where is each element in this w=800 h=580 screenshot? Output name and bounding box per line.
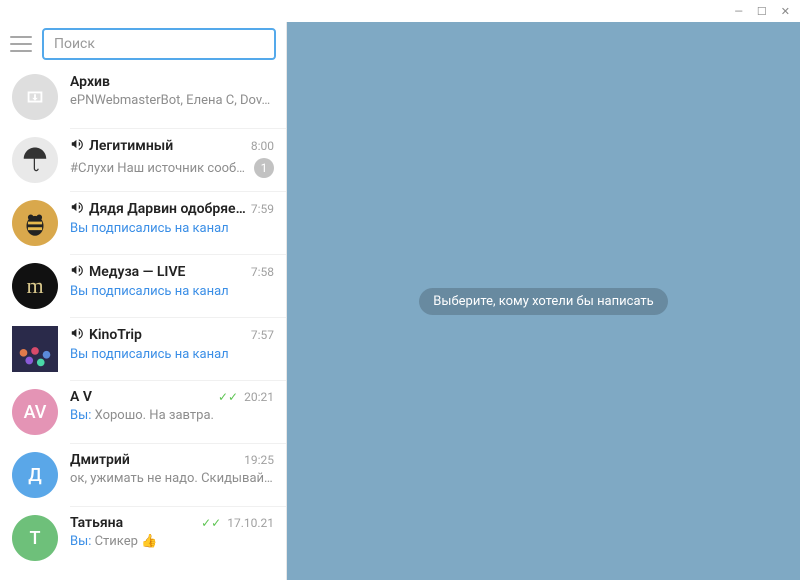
megaphone-icon — [70, 137, 84, 155]
chat-time: 8:00 — [251, 139, 274, 153]
read-checks-icon: ✓✓ — [201, 516, 221, 530]
chat-item[interactable]: Д Дмитрий 19:25 ок, ужимать не надо. Скидыв… — [0, 444, 286, 506]
avatar: m — [12, 263, 58, 309]
chat-name: Дядя Дарвин одобряе… — [70, 200, 247, 218]
megaphone-icon — [70, 326, 84, 344]
empty-placeholder: Выберите, кому хотели бы написать — [419, 288, 667, 315]
avatar: Т — [12, 515, 58, 561]
chat-item[interactable]: KinoTrip 7:57 Вы подписались на канал — [0, 318, 286, 380]
unread-badge: 1 — [254, 158, 274, 178]
avatar — [12, 137, 58, 183]
chat-name: Дмитрий — [70, 452, 240, 468]
main-area: Выберите, кому хотели бы написать — [287, 22, 800, 580]
chat-time: 7:57 — [251, 328, 274, 342]
avatar — [12, 326, 58, 372]
chat-preview: Вы подписались на канал — [70, 347, 274, 362]
chat-preview: ок, ужимать не надо. Скидывай… — [70, 471, 274, 486]
chat-item[interactable]: AV A V ✓✓ 20:21 Вы: Хорошо. На завтра. — [0, 381, 286, 443]
avatar: Д — [12, 452, 58, 498]
sidebar: Архив ePNWebmasterBot, Елена С, Dov… Легит… — [0, 22, 287, 580]
maximize-icon[interactable]: ☐ — [757, 5, 767, 18]
chat-time: 7:58 — [251, 265, 274, 279]
chat-name: Медуза — LIVE — [70, 263, 247, 281]
chat-preview: Вы: Стикер 👍 — [70, 534, 274, 549]
chat-preview: Вы подписались на канал — [70, 221, 274, 236]
window-titlebar: — ☐ ✕ — [0, 0, 800, 22]
chat-time: 7:59 — [251, 202, 274, 216]
chat-name: A V — [70, 389, 214, 405]
megaphone-icon — [70, 200, 84, 218]
menu-button[interactable] — [10, 36, 32, 52]
chat-preview: Вы: Хорошо. На завтра. — [70, 408, 274, 423]
chat-preview: #Слухи Наш источник сооб… — [70, 161, 248, 176]
close-icon[interactable]: ✕ — [781, 5, 790, 18]
avatar: AV — [12, 389, 58, 435]
minimize-icon[interactable]: — — [734, 5, 743, 18]
chat-name: Татьяна — [70, 515, 197, 531]
megaphone-icon — [70, 263, 84, 281]
chat-item[interactable]: m Медуза — LIVE 7:58 Вы подписались на кана… — [0, 255, 286, 317]
read-checks-icon: ✓✓ — [218, 390, 238, 404]
chat-item[interactable]: Т Татьяна ✓✓ 17.10.21 Вы: Стикер 👍 — [0, 507, 286, 569]
chat-item[interactable]: Архив ePNWebmasterBot, Елена С, Dov… — [0, 66, 286, 128]
chat-time: 17.10.21 — [227, 516, 274, 530]
avatar — [12, 74, 58, 120]
chat-preview: Вы подписались на канал — [70, 284, 274, 299]
chat-item[interactable]: Легитимный 8:00#Слухи Наш источник сооб… 1 — [0, 129, 286, 191]
chat-time: 20:21 — [244, 390, 274, 404]
chat-name: KinoTrip — [70, 326, 247, 344]
chat-list: Архив ePNWebmasterBot, Елена С, Dov… Легит… — [0, 66, 286, 580]
chat-name: Архив — [70, 74, 274, 90]
chat-preview: ePNWebmasterBot, Елена С, Dov… — [70, 93, 274, 108]
chat-item[interactable]: Дядя Дарвин одобряе… 7:59 Вы подписались н… — [0, 192, 286, 254]
search-input[interactable] — [42, 28, 276, 60]
chat-time: 19:25 — [244, 453, 274, 467]
chat-name: Легитимный — [70, 137, 247, 155]
avatar — [12, 200, 58, 246]
